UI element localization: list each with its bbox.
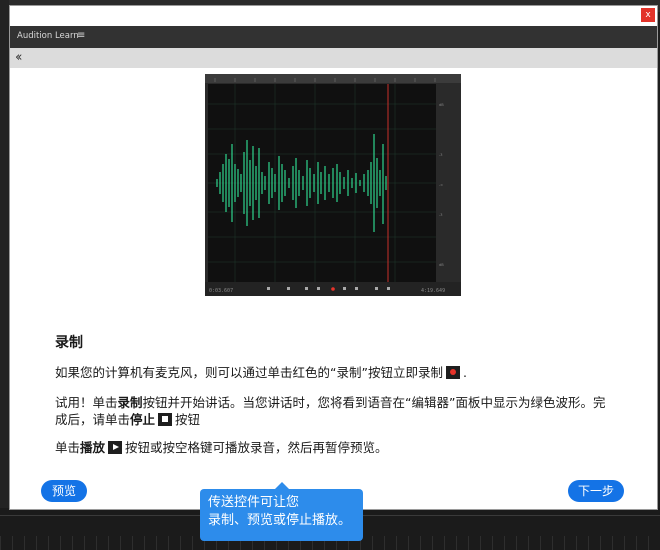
menu-icon[interactable]: ≡ (77, 30, 85, 41)
tooltip-line-1: 传送控件可让您 (208, 495, 300, 510)
waveform-editor-image: dB -3 -∞ -3 dB 0:03.607 4:19.649 (205, 74, 461, 296)
p2-record-label: 录制 (117, 395, 143, 410)
svg-text:dB: dB (439, 263, 444, 267)
record-icon (445, 366, 460, 379)
svg-text:4:19.649: 4:19.649 (421, 288, 445, 294)
svg-text:dB: dB (439, 103, 444, 107)
preview-button[interactable]: 预览 (41, 480, 87, 502)
transport-tooltip: 传送控件可让您 录制、预览或停止播放。 (200, 482, 363, 541)
paragraph-play: 单击播放 按钮或按空格键可播放录音，然后再暂停预览。 (55, 437, 388, 456)
tooltip-line-2: 录制、预览或停止播放。 (208, 513, 352, 528)
next-button[interactable]: 下一步 (568, 480, 624, 502)
learn-dialog: x Audition Learn ≡ ‹‹ dB -3 -∞ -3 dB 0:0… (9, 5, 658, 510)
svg-text:0:03.607: 0:03.607 (209, 288, 233, 294)
p1-end: . (462, 365, 467, 380)
page-title: 录制 (55, 335, 83, 351)
p2-stop-label: 停止 (130, 412, 156, 427)
paragraph-record-intro: 如果您的计算机有麦克风，则可以通过单击红色的“录制”按钮立即录制. (55, 362, 467, 381)
p3-play-label: 播放 (80, 440, 106, 455)
p3-text-a: 单击 (55, 440, 81, 455)
stop-icon (158, 413, 173, 426)
panel-header: Audition Learn ≡ (10, 26, 657, 48)
p3-text-b: 按钮或按空格键可播放录音，然后再暂停预览。 (125, 440, 388, 455)
p2-text-a: 试用！单击 (55, 395, 118, 410)
nav-bar: ‹‹ (10, 48, 657, 68)
double-chevron-left-icon[interactable]: ‹‹ (15, 51, 23, 65)
svg-text:-3: -3 (439, 213, 443, 217)
paragraph-try-record: 试用！单击录制按钮并开始讲话。当您讲话时，您将看到语音在“编辑器”面板中显示为绿… (55, 394, 610, 428)
p1-text: 如果您的计算机有麦克风，则可以通过单击红色的“录制”按钮立即录制 (55, 365, 443, 380)
play-icon (108, 441, 123, 454)
panel-title: Audition Learn (17, 31, 79, 41)
app-left-edge (0, 0, 9, 550)
svg-text:-∞: -∞ (439, 183, 443, 187)
close-button[interactable]: x (641, 8, 655, 22)
p2-text-c: 按钮 (175, 412, 201, 427)
svg-text:-3: -3 (439, 153, 443, 157)
